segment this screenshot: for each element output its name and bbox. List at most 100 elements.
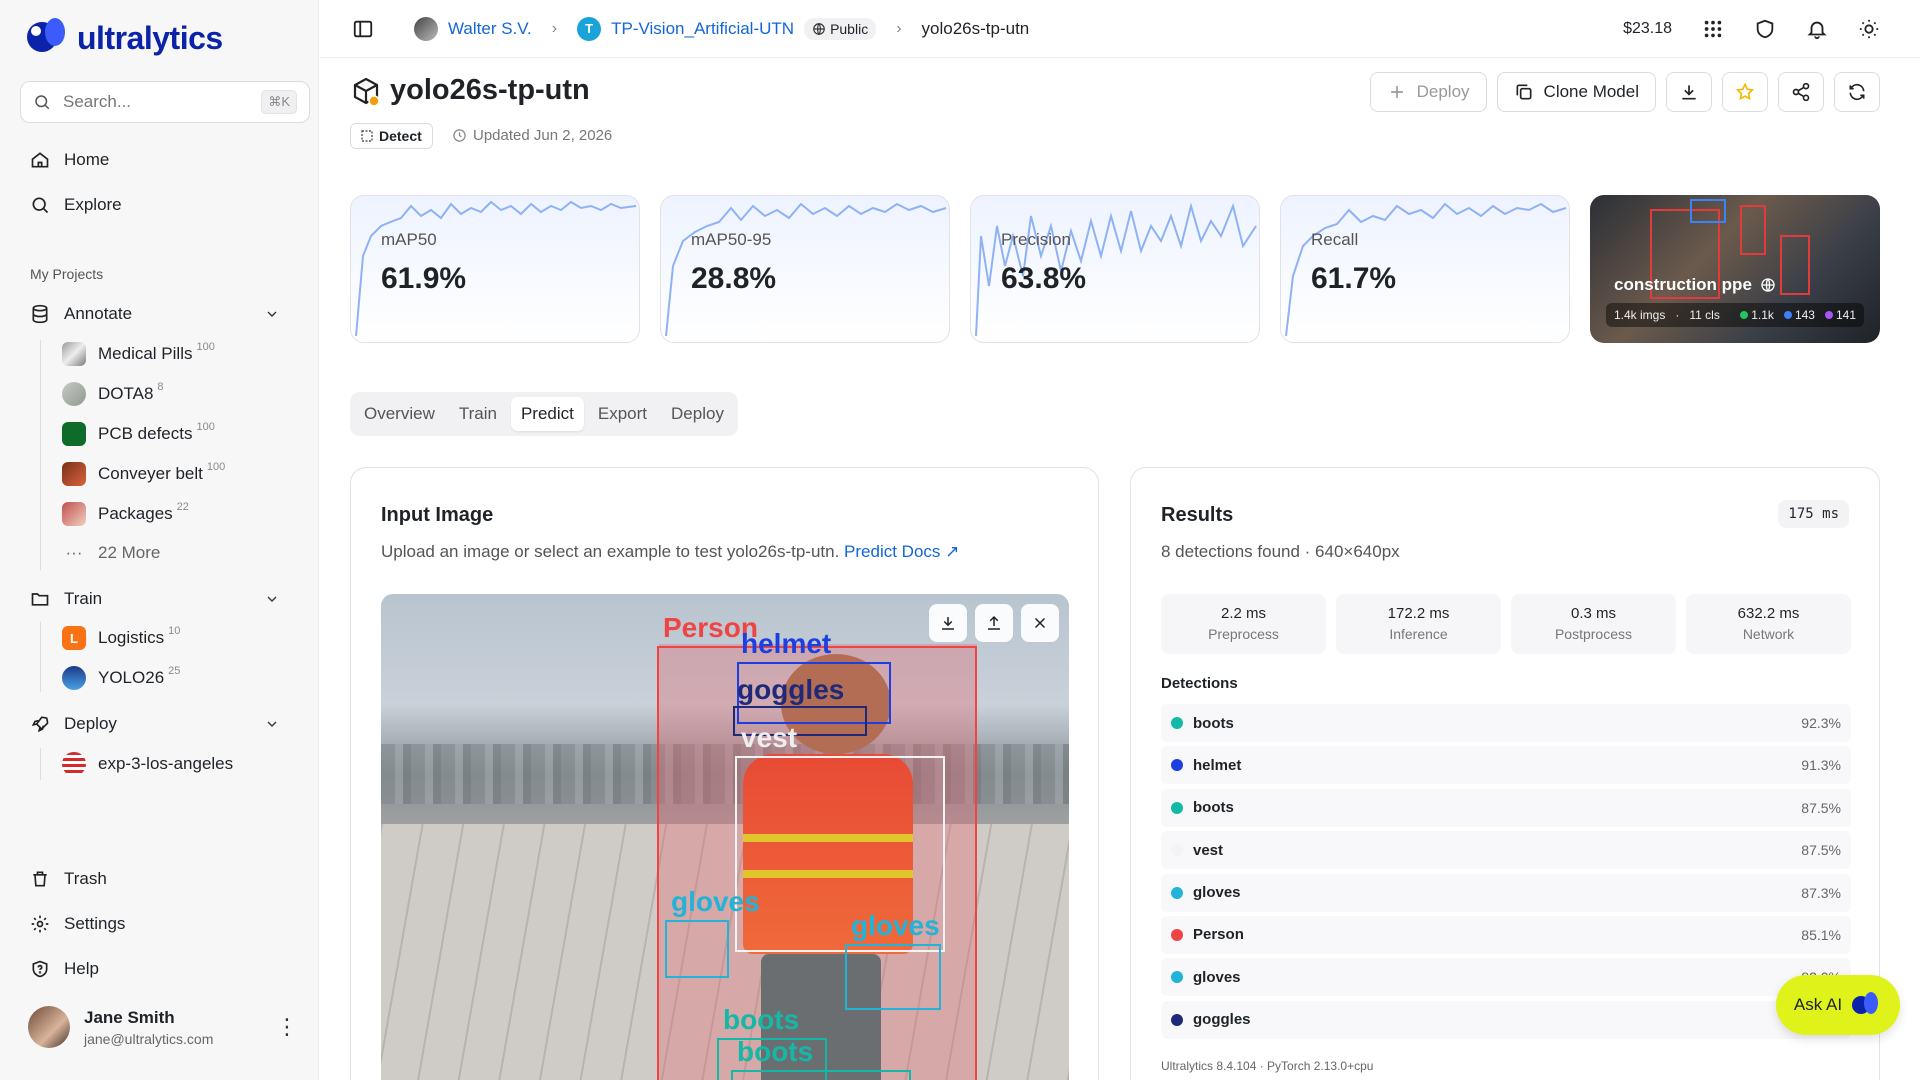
upload-image-button[interactable] (975, 604, 1013, 642)
detection-row[interactable]: gloves 87.3% (1161, 873, 1851, 912)
metric-value: 63.8% (1001, 262, 1087, 295)
detection-confidence: 92.3% (1801, 715, 1841, 731)
nav-explore-label: Explore (64, 195, 122, 214)
nav-home[interactable]: Home (30, 150, 109, 170)
metric-card-recall[interactable]: Recall 61.7% (1280, 195, 1570, 343)
project-thumbnail (62, 666, 86, 690)
nav-help[interactable]: Help (30, 959, 99, 979)
refresh-button[interactable] (1834, 72, 1880, 112)
clear-image-button[interactable] (1021, 604, 1059, 642)
detection-label-vest: vest (741, 722, 798, 753)
tree-line (40, 622, 41, 692)
credits-balance[interactable]: $23.18 (1623, 20, 1672, 38)
detection-confidence: 85.1% (1801, 926, 1841, 943)
project-yolo26[interactable]: YOLO26 25 (62, 665, 180, 690)
visibility-label: Public (830, 20, 869, 37)
chevron-down-icon[interactable] (264, 306, 280, 322)
project-medical-pills[interactable]: Medical Pills 100 (62, 341, 215, 366)
group-train[interactable]: Train (30, 589, 280, 609)
tab-overview[interactable]: Overview (354, 397, 445, 431)
share-icon (1792, 82, 1810, 102)
project-count: 22 (176, 501, 189, 513)
detection-confidence: 87.5% (1801, 842, 1841, 859)
metric-card-precision[interactable]: Precision 63.8% (970, 195, 1260, 343)
show-more-projects[interactable]: ··· 22 More (62, 543, 161, 563)
deployment-exp-3[interactable]: exp-3-los-angeles (62, 752, 233, 776)
class-color-dot (1171, 759, 1183, 772)
prediction-image[interactable]: Person helmet goggles vest gloves gloves… (381, 594, 1069, 1080)
clone-model-button[interactable]: Clone Model (1496, 72, 1656, 112)
tab-deploy[interactable]: Deploy (661, 397, 734, 431)
search-input[interactable]: Search... ⌘K (20, 81, 310, 123)
deployment-label: exp-3-los-angeles (98, 754, 234, 773)
star-button[interactable] (1722, 72, 1768, 112)
dataset-thumbnail-box (1780, 235, 1810, 295)
brand-logo[interactable]: ultralytics (27, 18, 223, 58)
project-pcb-defects[interactable]: PCB defects 100 (62, 421, 215, 446)
timing-network: 632.2 ms Network (1686, 594, 1851, 654)
project-dota8[interactable]: DOTA8 8 (62, 381, 164, 406)
close-icon (1034, 617, 1046, 629)
share-button[interactable] (1778, 72, 1824, 112)
group-annotate[interactable]: Annotate (30, 304, 280, 324)
dataset-stat-3: 141 (1835, 308, 1856, 322)
breadcrumb-user[interactable]: Walter S.V. (448, 19, 532, 39)
metric-card-map50[interactable]: mAP50 61.9% (350, 195, 640, 343)
detection-confidence: 87.3% (1801, 884, 1841, 901)
user-profile[interactable]: Jane Smith jane@ultralytics.com ⋮ (28, 1006, 298, 1048)
metric-value: 61.9% (381, 262, 467, 295)
detection-box-boots[interactable] (731, 1070, 911, 1080)
detection-row[interactable]: boots 87.5% (1161, 788, 1851, 827)
dataset-title: construction ppe (1614, 275, 1776, 295)
bell-icon[interactable] (1806, 18, 1828, 40)
project-conveyer-belt[interactable]: Conveyer belt 100 (62, 461, 225, 486)
project-count: 8 (157, 381, 164, 393)
metric-label: mAP50-95 (691, 230, 772, 249)
detection-row[interactable]: goggles (1161, 1000, 1851, 1039)
project-logistics[interactable]: L Logistics 10 (62, 625, 180, 650)
project-packages[interactable]: Packages 22 (62, 501, 189, 526)
more-vertical-icon[interactable]: ⋮ (276, 1014, 298, 1040)
nav-trash[interactable]: Trash (30, 869, 107, 889)
ask-ai-button[interactable]: Ask AI (1776, 975, 1900, 1035)
metric-label: Recall (1311, 230, 1359, 249)
globe-icon (813, 22, 825, 35)
tab-export[interactable]: Export (588, 397, 657, 431)
detection-label-boots: boots (723, 1004, 800, 1035)
deploy-button-label: Deploy (1416, 82, 1470, 101)
predict-docs-link[interactable]: Predict Docs ↗ (844, 542, 959, 561)
sidebar-toggle-icon[interactable] (352, 18, 374, 40)
detection-box-gloves[interactable] (665, 920, 729, 978)
shield-icon[interactable] (1754, 18, 1776, 40)
group-deploy-label: Deploy (64, 714, 117, 733)
class-color-dot (1171, 801, 1183, 814)
detection-row[interactable]: Person 85.1% (1161, 915, 1851, 954)
detection-row[interactable]: boots 92.3% (1161, 704, 1851, 742)
status-dot (1740, 311, 1749, 319)
nav-settings[interactable]: Settings (30, 914, 125, 934)
tab-predict[interactable]: Predict (510, 397, 584, 431)
group-deploy[interactable]: Deploy (30, 714, 280, 734)
detection-row[interactable]: helmet 91.3% (1161, 746, 1851, 785)
download-button[interactable] (1666, 72, 1712, 112)
chevron-down-icon[interactable] (264, 716, 280, 732)
sun-icon[interactable] (1858, 18, 1880, 40)
detection-row[interactable]: gloves82.0% (1161, 958, 1851, 997)
project-label: Conveyer belt (98, 464, 203, 483)
search-shortcut: ⌘K (261, 90, 297, 114)
download-image-button[interactable] (929, 604, 967, 642)
breadcrumb: Walter S.V. › T TP-Vision_Artificial-UTN… (414, 16, 1029, 41)
detection-box-gloves[interactable] (845, 944, 941, 1010)
chevron-right-icon: › (551, 19, 558, 37)
breadcrumb-project[interactable]: TP-Vision_Artificial-UTN (611, 19, 794, 39)
detection-row[interactable]: vest 87.5% (1161, 831, 1851, 870)
refresh-icon (1849, 83, 1865, 101)
dataset-card[interactable]: construction ppe 1.4k imgs · 11 cls 1.1k… (1590, 195, 1880, 343)
metric-card-map50-95[interactable]: mAP50-95 28.8% (660, 195, 950, 343)
tab-train[interactable]: Train (449, 397, 507, 431)
nav-explore[interactable]: Explore (30, 195, 122, 215)
sidebar: ultralytics Search... ⌘K Home Explore My… (0, 0, 319, 1080)
chevron-down-icon[interactable] (264, 591, 280, 607)
deploy-button[interactable]: Deploy (1369, 72, 1487, 112)
apps-grid-icon[interactable] (1702, 18, 1724, 40)
